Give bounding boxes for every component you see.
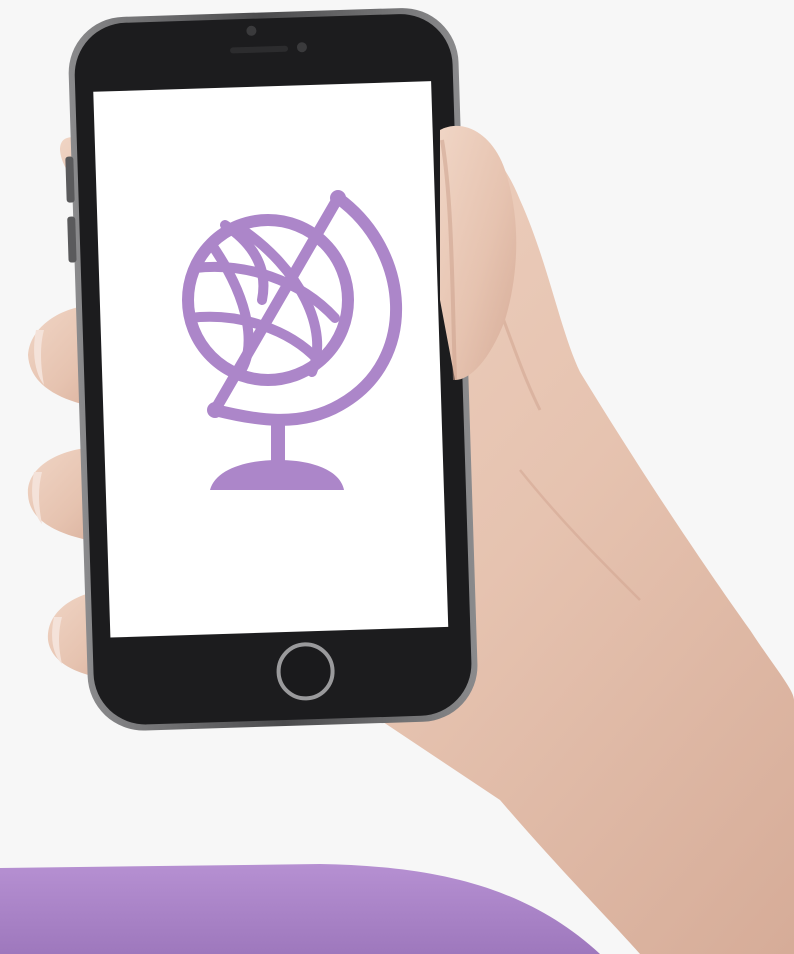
volume-button xyxy=(67,216,77,263)
globe-axis-knob xyxy=(330,190,346,206)
scene xyxy=(0,0,794,954)
home-button[interactable] xyxy=(276,642,335,701)
globe-axis-knob xyxy=(207,402,223,418)
phone xyxy=(65,8,478,731)
volume-button xyxy=(65,156,75,203)
scene-illustration xyxy=(0,0,794,954)
phone-screen xyxy=(93,81,449,638)
